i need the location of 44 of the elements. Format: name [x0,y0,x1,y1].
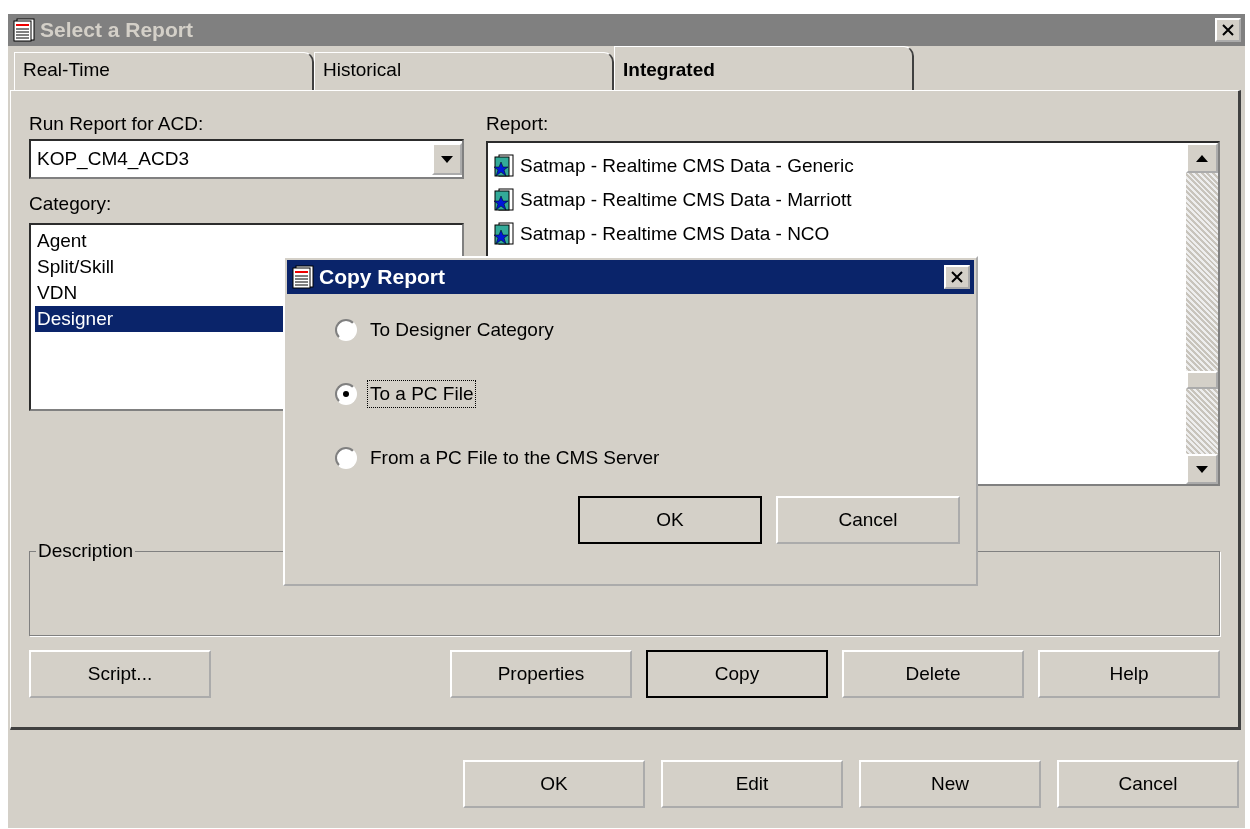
close-icon [1222,24,1234,36]
report-star-icon [492,188,516,212]
report-star-icon [492,154,516,178]
window-title: Select a Report [40,18,194,42]
field-label: Run Report for ACD: [29,112,205,136]
category-item[interactable]: Agent [35,228,458,254]
close-button[interactable] [1215,18,1241,42]
acd-dropdown[interactable]: KOP_CM4_ACD3 [29,139,464,179]
dialog-button[interactable]: Cancel [1057,760,1239,808]
report-item[interactable]: Satmap - Realtime CMS Data - NCO [520,223,830,245]
scroll-thumb[interactable] [1186,371,1218,389]
dialog-button[interactable]: Edit [661,760,843,808]
action-button[interactable]: Properties [450,650,632,698]
scrollbar[interactable] [1186,143,1218,484]
dialog-title: Copy Report [319,265,446,289]
field-label: Report: [486,112,550,136]
close-button[interactable] [944,265,970,289]
report-item[interactable]: Satmap - Realtime CMS Data - Generic [520,155,854,177]
dialog-button[interactable]: OK [578,496,762,544]
action-button[interactable]: Script... [29,650,211,698]
dialog-button[interactable]: OK [463,760,645,808]
tab[interactable]: Integrated [614,46,914,90]
radio-button[interactable] [335,319,357,341]
group-label: Description [37,540,135,562]
report-icon [291,265,315,289]
radio-label[interactable]: To a PC File [367,380,477,408]
dropdown-arrow-icon [441,155,453,163]
action-button[interactable]: Delete [842,650,1024,698]
scroll-up-icon [1196,154,1208,162]
radio-button[interactable] [335,383,357,405]
report-star-icon [492,222,516,246]
close-icon [951,271,963,283]
dialog-button[interactable]: Cancel [776,496,960,544]
report-icon [12,18,36,42]
tab[interactable]: Real-Time [14,52,314,90]
radio-button[interactable] [335,447,357,469]
action-button[interactable]: Copy [646,650,828,698]
field-label: Category: [29,192,113,216]
radio-label[interactable]: From a PC File to the CMS Server [367,444,663,472]
tab[interactable]: Historical [314,52,614,90]
action-button[interactable]: Help [1038,650,1220,698]
scroll-down-icon [1196,465,1208,473]
dialog-button[interactable]: New [859,760,1041,808]
report-item[interactable]: Satmap - Realtime CMS Data - Marriott [520,189,852,211]
